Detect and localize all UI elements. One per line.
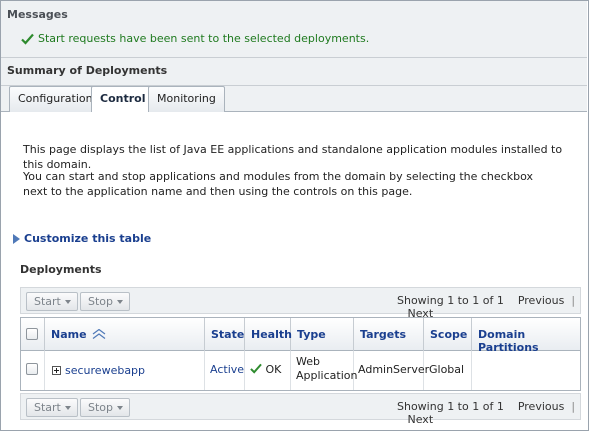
state-cell: Active xyxy=(205,351,245,390)
start-button[interactable]: Start xyxy=(26,292,78,311)
stop-button[interactable]: Stop xyxy=(80,398,131,417)
deployments-title: Deployments xyxy=(20,263,102,276)
pager-separator: | xyxy=(571,400,576,413)
health-ok-icon xyxy=(250,363,262,374)
deployments-toolbar-top: Start Stop Showing 1 to 1 of 1 Previous … xyxy=(20,287,581,320)
start-button[interactable]: Start xyxy=(26,398,78,417)
type-cell: Web Application xyxy=(291,351,358,390)
deployment-name-link[interactable]: securewebapp xyxy=(65,364,145,377)
deployments-toolbar-bottom: Start Stop Showing 1 to 1 of 1 Previous … xyxy=(20,393,581,426)
state-link[interactable]: Active xyxy=(210,363,244,376)
column-domain-partitions[interactable]: Domain Partitions xyxy=(472,318,580,354)
messages-title: Messages xyxy=(7,8,68,21)
tab-bar: Configuration Control Monitoring xyxy=(1,86,587,113)
expand-triangle-icon xyxy=(13,233,20,244)
column-health[interactable]: Health xyxy=(245,318,292,351)
stop-button-label: Stop xyxy=(88,295,114,308)
scope-cell: Global xyxy=(424,351,472,390)
column-name-label: Name xyxy=(51,328,87,341)
expand-plus-icon[interactable] xyxy=(52,366,61,375)
messages-panel: Messages Start requests have been sent t… xyxy=(1,1,587,58)
showing-text: Showing 1 to 1 of 1 xyxy=(397,400,504,413)
header-select-cell xyxy=(21,318,45,351)
chevron-down-icon xyxy=(64,300,71,304)
stop-button[interactable]: Stop xyxy=(80,292,131,311)
intro-paragraph-1: This page displays the list of Java EE a… xyxy=(23,143,563,171)
success-message-text: Start requests have been sent to the sel… xyxy=(38,32,370,45)
success-message: Start requests have been sent to the sel… xyxy=(21,32,369,45)
row-checkbox[interactable] xyxy=(26,363,38,375)
summary-title: Summary of Deployments xyxy=(7,64,168,77)
chevron-down-icon xyxy=(117,406,124,410)
deployments-table: Name State Health Type Targets Scope Dom… xyxy=(20,317,581,391)
select-all-checkbox[interactable] xyxy=(26,328,38,340)
intro-paragraph-2: You can start and stop applications and … xyxy=(23,170,533,198)
chevron-down-icon xyxy=(64,406,71,410)
tab-configuration[interactable]: Configuration xyxy=(9,86,102,112)
previous-link[interactable]: Previous xyxy=(518,294,565,307)
customize-table-label: Customize this table xyxy=(24,232,152,245)
domain-partitions-cell xyxy=(472,351,580,390)
type-line-1: Web xyxy=(296,355,320,368)
next-link[interactable]: Next xyxy=(408,413,434,426)
tab-control[interactable]: Control xyxy=(91,86,155,113)
start-button-label: Start xyxy=(34,401,61,414)
health-cell: OK xyxy=(245,351,291,390)
targets-cell: AdminServer xyxy=(354,351,429,390)
stop-button-label: Stop xyxy=(88,401,114,414)
pager: Showing 1 to 1 of 1 Previous | Next xyxy=(397,400,580,426)
pager-separator: | xyxy=(571,294,576,307)
column-name[interactable]: Name xyxy=(45,318,205,351)
tab-monitoring[interactable]: Monitoring xyxy=(148,86,225,112)
column-scope[interactable]: Scope xyxy=(424,318,472,351)
checkmark-icon xyxy=(21,33,34,45)
row-select-cell xyxy=(21,351,45,390)
column-targets[interactable]: Targets xyxy=(354,318,424,351)
column-state[interactable]: State xyxy=(205,318,245,351)
content-area: This page displays the list of Java EE a… xyxy=(1,112,587,430)
summary-header: Summary of Deployments xyxy=(1,58,587,86)
type-line-2: Application xyxy=(296,369,358,382)
sort-icon[interactable] xyxy=(92,328,106,339)
start-button-label: Start xyxy=(34,295,61,308)
column-type[interactable]: Type xyxy=(291,318,354,351)
name-cell: securewebapp xyxy=(45,351,205,390)
chevron-down-icon xyxy=(117,300,124,304)
table-header: Name State Health Type Targets Scope Dom… xyxy=(21,318,580,354)
showing-text: Showing 1 to 1 of 1 xyxy=(397,294,504,307)
health-text: OK xyxy=(265,363,282,376)
previous-link[interactable]: Previous xyxy=(518,400,565,413)
customize-table-link[interactable]: Customize this table xyxy=(13,232,151,245)
